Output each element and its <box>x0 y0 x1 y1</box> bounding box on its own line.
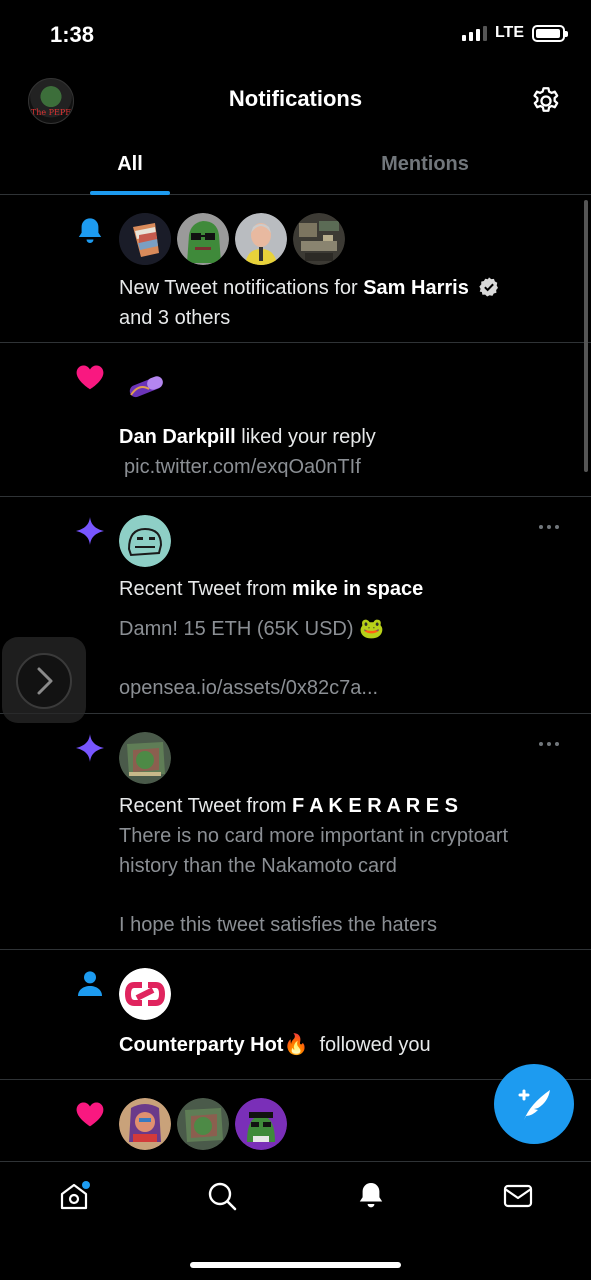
notification-action: followed you <box>308 1034 431 1056</box>
account-name[interactable]: Counterparty Hot🔥 <box>119 1034 308 1056</box>
status-time: 1:38 <box>50 22 95 47</box>
notification-suffix: and 3 others <box>119 307 231 329</box>
account-name[interactable]: Sam Harris <box>363 277 469 299</box>
sparkle-icon <box>76 734 104 762</box>
avatar-group <box>119 1098 287 1150</box>
cellular-signal-icon <box>461 25 487 41</box>
mail-icon[interactable] <box>502 1180 534 1212</box>
notification-prefix: Recent Tweet from <box>119 795 293 817</box>
network-type: LTE <box>494 24 524 41</box>
status-indicators: LTE <box>461 24 568 42</box>
verified-badge-icon <box>479 277 499 297</box>
home-badge <box>82 1181 90 1189</box>
notification-item[interactable]: Recent Tweet from mike in space Damn! 15… <box>0 497 591 714</box>
notification-text: Dan Darkpill liked your reply pic.twitte… <box>119 422 555 482</box>
home-indicator <box>190 1262 401 1268</box>
avatar-group <box>119 968 171 1020</box>
bottom-navigation-bar <box>0 1161 591 1280</box>
notification-item[interactable]: Dan Darkpill liked your reply pic.twitte… <box>0 343 591 497</box>
avatar[interactable] <box>119 1098 171 1150</box>
status-bar: 1:38 LTE <box>0 0 591 70</box>
avatar[interactable] <box>177 1098 229 1150</box>
notification-text: New Tweet notifications for Sam Harris a… <box>119 273 555 333</box>
search-icon[interactable] <box>206 1180 238 1212</box>
avatar-group <box>119 732 171 784</box>
top-app-bar: The PEPE Notifications <box>0 70 591 134</box>
heart-icon <box>76 365 104 390</box>
avatar[interactable] <box>235 213 287 265</box>
account-name[interactable]: F A K E R A R E S <box>292 795 458 817</box>
avatar-group <box>119 515 171 567</box>
notification-item[interactable]: Recent Tweet from F A K E R A R E S Ther… <box>0 714 591 950</box>
notification-text: Recent Tweet from F A K E R A R E S <box>119 791 555 821</box>
chevron-right-icon <box>16 653 72 709</box>
tweet-preview-line: There is no card more important in crypt… <box>119 825 509 877</box>
more-options-icon[interactable] <box>537 523 561 531</box>
notification-text: Counterparty Hot🔥 followed you <box>119 1030 555 1060</box>
avatar[interactable] <box>119 361 171 413</box>
page-title: Notifications <box>228 86 363 111</box>
notification-prefix: Recent Tweet from <box>119 578 293 600</box>
notification-tabs: All Mentions <box>0 134 591 195</box>
notifications-feed: New Tweet notifications for Sam Harris a… <box>0 195 591 1161</box>
tab-all[interactable]: All <box>90 134 170 194</box>
compose-tweet-button[interactable] <box>494 1064 574 1144</box>
notifications-bell-icon[interactable] <box>355 1180 387 1212</box>
notifications-screen: 1:38 LTE The PEPE Notifications All Ment… <box>0 0 591 1280</box>
avatar[interactable] <box>119 732 171 784</box>
scrollbar[interactable] <box>584 200 588 472</box>
account-name[interactable]: Dan Darkpill <box>119 426 236 448</box>
notification-text: Recent Tweet from mike in space <box>119 574 555 604</box>
avatar[interactable] <box>293 213 345 265</box>
tweet-preview-line: I hope this tweet satisfies the haters <box>119 914 437 936</box>
avatar[interactable] <box>119 515 171 567</box>
battery-icon <box>532 24 568 42</box>
more-options-icon[interactable] <box>537 740 561 748</box>
sparkle-icon <box>76 517 104 545</box>
home-icon[interactable] <box>58 1180 90 1212</box>
avatar[interactable] <box>119 213 171 265</box>
avatar-group <box>119 213 345 265</box>
avatar[interactable] <box>119 968 171 1020</box>
account-name[interactable]: mike in space <box>292 578 423 600</box>
gear-icon[interactable] <box>529 84 563 118</box>
notification-item[interactable]: Counterparty Hot🔥 followed you <box>0 950 591 1080</box>
avatar[interactable] <box>177 213 229 265</box>
avatar-group <box>119 361 171 413</box>
notification-item[interactable]: New Tweet notifications for Sam Harris a… <box>0 195 591 343</box>
compose-tweet-icon <box>518 1089 550 1120</box>
notification-action: liked your reply <box>235 426 376 448</box>
heart-icon <box>76 1102 104 1127</box>
person-icon <box>78 971 102 996</box>
tab-mentions[interactable]: Mentions <box>330 134 520 194</box>
notification-prefix: New Tweet notifications for <box>119 277 364 299</box>
tweet-preview-link[interactable]: opensea.io/assets/0x82c7a... <box>119 673 555 703</box>
tweet-preview-line: Damn! 15 ETH (65K USD) 🐸 <box>119 618 384 640</box>
side-panel-handle[interactable] <box>2 637 86 723</box>
bell-icon <box>78 218 102 243</box>
tweet-link[interactable]: pic.twitter.com/exqOa0nTIf <box>119 456 361 478</box>
avatar[interactable] <box>235 1098 287 1150</box>
